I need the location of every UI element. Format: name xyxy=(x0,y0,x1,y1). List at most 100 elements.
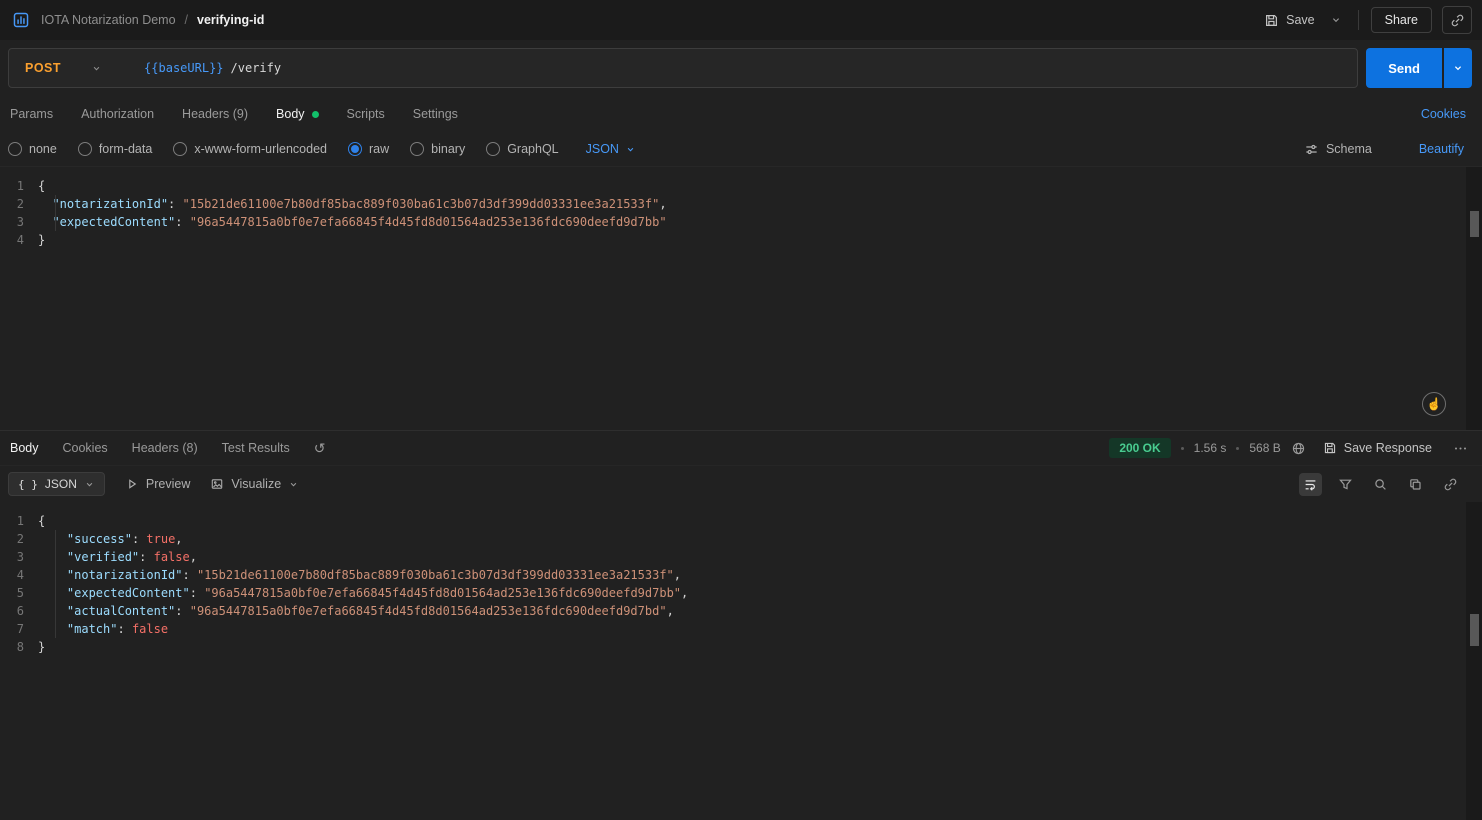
history-icon[interactable] xyxy=(314,440,326,457)
body-type-form-data-label: form-data xyxy=(99,142,153,156)
line-content: "verified": false, xyxy=(38,548,197,566)
body-type-binary[interactable]: binary xyxy=(410,142,465,156)
tab-headers[interactable]: Headers (9) xyxy=(182,107,248,121)
indent-guide xyxy=(55,195,56,231)
cookies-link[interactable]: Cookies xyxy=(1421,107,1466,121)
more-options-icon[interactable] xyxy=(1449,439,1472,458)
line-number: 1 xyxy=(0,512,38,530)
chevron-down-icon xyxy=(288,479,299,490)
line-content: { xyxy=(38,512,45,530)
copy-button[interactable] xyxy=(1404,473,1427,496)
request-editor-scrollbar xyxy=(1466,167,1482,430)
line-content: "notarizationId": "15b21de61100e7b80df85… xyxy=(38,195,667,213)
share-button[interactable]: Share xyxy=(1371,7,1432,33)
tab-settings[interactable]: Settings xyxy=(413,107,458,121)
line-content: { xyxy=(38,177,45,195)
chevron-down-icon xyxy=(84,479,95,490)
body-type-raw[interactable]: raw xyxy=(348,142,389,156)
schema-button[interactable]: Schema xyxy=(1304,142,1372,157)
scrollbar-thumb[interactable] xyxy=(1470,614,1479,646)
link-button[interactable] xyxy=(1439,473,1462,496)
image-icon xyxy=(210,477,224,491)
visualize-button[interactable]: Visualize xyxy=(210,477,299,491)
save-response-button[interactable]: Save Response xyxy=(1316,436,1439,460)
tab-test-results[interactable]: Test Results xyxy=(222,441,290,455)
status-badge: 200 OK xyxy=(1109,438,1170,458)
raw-language-selector[interactable]: JSON xyxy=(586,142,636,156)
tab-params[interactable]: Params xyxy=(10,107,53,121)
preview-button[interactable]: Preview xyxy=(125,477,190,491)
send-button[interactable]: Send xyxy=(1366,48,1442,88)
tab-response-body[interactable]: Body xyxy=(10,441,39,455)
response-viewer-scrollbar xyxy=(1466,502,1482,820)
line-content: "expectedContent": "96a5447815a0bf0e7efa… xyxy=(38,584,688,602)
line-content: } xyxy=(38,638,45,656)
line-number: 1 xyxy=(0,177,38,195)
code-line: 7 "match": false xyxy=(0,620,1482,638)
line-number: 8 xyxy=(0,638,38,656)
breadcrumb-separator: / xyxy=(185,13,188,27)
line-content: "success": true, xyxy=(38,530,183,548)
radio-icon xyxy=(486,142,500,156)
scrollbar-thumb[interactable] xyxy=(1470,211,1479,237)
tab-scripts[interactable]: Scripts xyxy=(347,107,385,121)
body-type-form-data[interactable]: form-data xyxy=(78,142,153,156)
line-number: 4 xyxy=(0,231,38,249)
tab-body[interactable]: Body xyxy=(276,107,319,121)
line-number: 7 xyxy=(0,620,38,638)
beautify-link[interactable]: Beautify xyxy=(1419,142,1464,156)
request-body-code: 1{2 "notarizationId": "15b21de61100e7b80… xyxy=(0,167,1482,249)
response-format-selector[interactable]: JSON xyxy=(8,472,105,496)
breadcrumb-request-name[interactable]: verifying-id xyxy=(197,13,264,27)
filter-button[interactable] xyxy=(1334,473,1357,496)
line-content: "match": false xyxy=(38,620,168,638)
save-options-chevron[interactable] xyxy=(1326,9,1346,31)
request-body-editor[interactable]: 1{2 "notarizationId": "15b21de61100e7b80… xyxy=(0,166,1482,430)
tab-authorization[interactable]: Authorization xyxy=(81,107,154,121)
url-input[interactable]: {{baseURL}} /verify xyxy=(144,61,281,75)
line-content: } xyxy=(38,231,45,249)
braces-icon xyxy=(18,477,38,491)
code-line: 5 "expectedContent": "96a5447815a0bf0e7e… xyxy=(0,584,1482,602)
breadcrumb: IOTA Notarization Demo / verifying-id xyxy=(10,9,264,31)
workspace-logo-icon[interactable] xyxy=(10,9,32,31)
hand-cursor-icon[interactable] xyxy=(1422,392,1446,416)
radio-icon xyxy=(410,142,424,156)
body-type-x-www-form-urlencoded[interactable]: x-www-form-urlencoded xyxy=(173,142,327,156)
tab-response-headers[interactable]: Headers (8) xyxy=(132,441,198,455)
save-response-label: Save Response xyxy=(1344,441,1432,455)
body-type-none[interactable]: none xyxy=(8,142,57,156)
wrap-text-button[interactable] xyxy=(1299,473,1322,496)
visualize-label: Visualize xyxy=(231,477,281,491)
line-content: "actualContent": "96a5447815a0bf0e7efa66… xyxy=(38,602,674,620)
tab-response-cookies[interactable]: Cookies xyxy=(63,441,108,455)
copy-link-button[interactable] xyxy=(1442,6,1472,34)
code-line: 6 "actualContent": "96a5447815a0bf0e7efa… xyxy=(0,602,1482,620)
method-selector[interactable]: POST xyxy=(9,61,112,75)
code-line: 3 "expectedContent": "96a5447815a0bf0e7e… xyxy=(0,213,1482,231)
body-type-raw-label: raw xyxy=(369,142,389,156)
body-type-graphql[interactable]: GraphQL xyxy=(486,142,558,156)
code-line: 1{ xyxy=(0,177,1482,195)
url-path: /verify xyxy=(231,61,282,75)
response-body-viewer[interactable]: 1{2 "success": true,3 "verified": false,… xyxy=(0,502,1482,820)
app-window: IOTA Notarization Demo / verifying-id Sa… xyxy=(0,0,1482,820)
save-button[interactable]: Save xyxy=(1257,8,1322,33)
indent-guide xyxy=(55,530,56,638)
network-globe-icon[interactable] xyxy=(1291,441,1306,456)
code-line: 2 "notarizationId": "15b21de61100e7b80df… xyxy=(0,195,1482,213)
response-format-label: JSON xyxy=(45,477,77,491)
url-variable: {{baseURL}} xyxy=(144,61,223,75)
chevron-down-icon xyxy=(91,63,102,74)
radio-icon xyxy=(8,142,22,156)
save-icon xyxy=(1264,13,1279,28)
chevron-down-icon xyxy=(1452,62,1464,74)
line-number: 5 xyxy=(0,584,38,602)
search-button[interactable] xyxy=(1369,473,1392,496)
code-line: 1{ xyxy=(0,512,1482,530)
send-options-chevron[interactable] xyxy=(1444,48,1472,88)
breadcrumb-workspace[interactable]: IOTA Notarization Demo xyxy=(41,13,176,27)
play-icon xyxy=(125,477,139,491)
body-type-row: none form-data x-www-form-urlencoded raw… xyxy=(0,132,1482,166)
sliders-icon xyxy=(1304,142,1319,157)
